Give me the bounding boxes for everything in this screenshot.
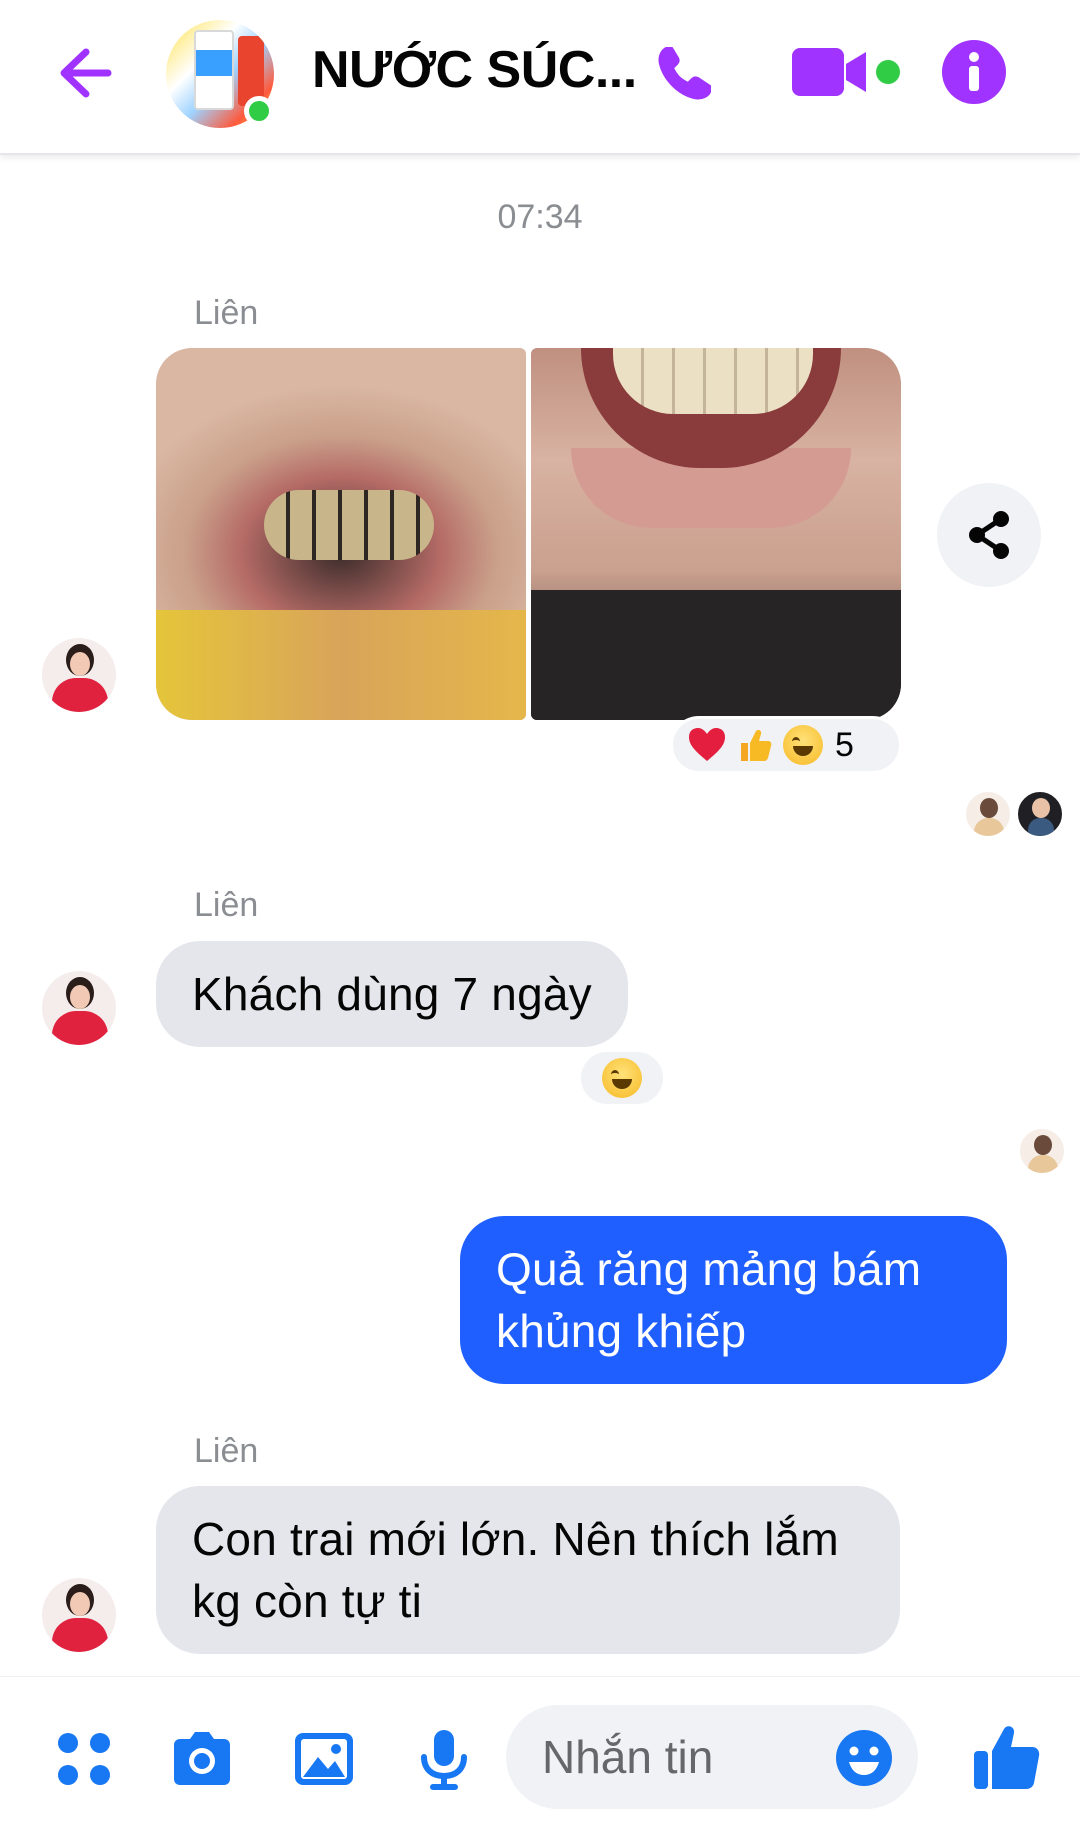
photo-attachment-group bbox=[156, 348, 901, 720]
reaction-count: 5 bbox=[835, 725, 854, 764]
sender-name: Liên bbox=[194, 886, 259, 924]
video-camera-icon[interactable] bbox=[790, 42, 870, 102]
laughing-reaction-icon bbox=[602, 1058, 642, 1098]
online-status-dot bbox=[244, 96, 274, 126]
incoming-message[interactable]: Con trai mới lớn. Nên thích lắm kg còn t… bbox=[156, 1486, 900, 1654]
sender-avatar[interactable] bbox=[42, 638, 116, 712]
emoji-icon[interactable] bbox=[834, 1728, 894, 1788]
image-icon[interactable] bbox=[292, 1727, 356, 1791]
video-active-dot bbox=[876, 60, 900, 84]
sender-name: Liên bbox=[194, 294, 259, 332]
reaction-summary[interactable] bbox=[578, 1049, 666, 1107]
seen-avatar bbox=[1018, 1127, 1066, 1175]
outgoing-message[interactable]: Quả răng mảng bám khủng khiếp bbox=[460, 1216, 1007, 1384]
incoming-message[interactable]: Khách dùng 7 ngày bbox=[156, 941, 628, 1047]
seen-avatar bbox=[1016, 790, 1064, 838]
chat-header: NƯỚC SÚC... bbox=[0, 0, 1080, 155]
phone-icon[interactable] bbox=[652, 40, 718, 106]
message-timestamp: 07:34 bbox=[497, 198, 583, 236]
back-arrow-icon[interactable] bbox=[50, 40, 116, 106]
menu-dots-icon[interactable] bbox=[52, 1727, 116, 1791]
sender-name: Liên bbox=[194, 1432, 259, 1470]
share-icon bbox=[969, 511, 1009, 559]
sender-avatar[interactable] bbox=[42, 1578, 116, 1652]
sender-avatar[interactable] bbox=[42, 971, 116, 1045]
camera-icon[interactable] bbox=[170, 1727, 234, 1791]
thumbs-up-icon[interactable] bbox=[970, 1721, 1042, 1793]
share-button[interactable] bbox=[937, 483, 1041, 587]
seen-avatar bbox=[964, 790, 1012, 838]
seen-receipts bbox=[1018, 1127, 1066, 1175]
photo-after[interactable] bbox=[531, 348, 901, 720]
microphone-icon[interactable] bbox=[412, 1727, 476, 1791]
reaction-summary[interactable]: 5 bbox=[670, 716, 902, 774]
laughing-reaction-icon bbox=[783, 725, 823, 765]
thumbs-up-reaction-icon bbox=[741, 730, 772, 761]
heart-reaction-icon bbox=[689, 728, 725, 761]
message-composer bbox=[0, 1676, 1080, 1835]
chat-title[interactable]: NƯỚC SÚC... bbox=[312, 40, 637, 100]
seen-receipts bbox=[964, 790, 1064, 838]
photo-before[interactable] bbox=[156, 348, 526, 720]
info-icon[interactable] bbox=[942, 40, 1006, 104]
